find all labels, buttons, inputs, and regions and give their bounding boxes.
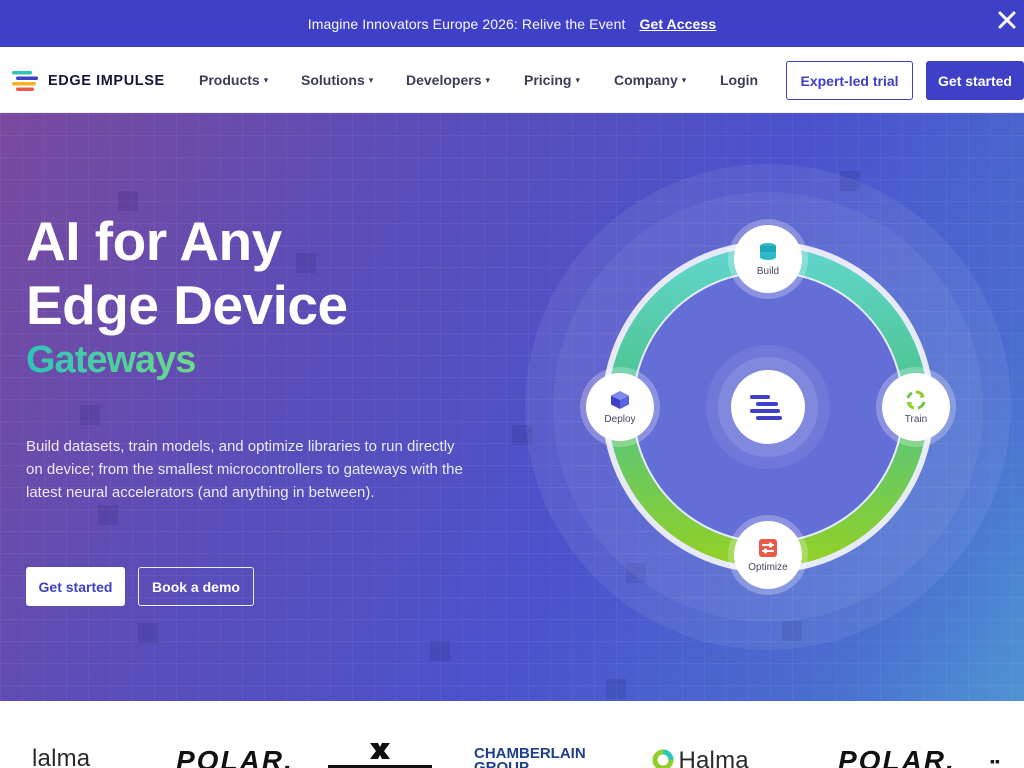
book-demo-button[interactable]: Book a demo xyxy=(138,567,254,606)
sliders-icon xyxy=(759,539,777,557)
nav-item-developers[interactable]: Developers ▾ xyxy=(406,72,490,88)
cycle-step-build[interactable]: Build xyxy=(734,225,802,293)
cycle-step-optimize[interactable]: Optimize xyxy=(734,521,802,589)
cycle-step-label: Build xyxy=(756,266,780,277)
edge-impulse-logo-icon xyxy=(12,71,38,91)
cycle-step-label: Deploy xyxy=(604,414,636,425)
brand-logo[interactable]: EDGE IMPULSE xyxy=(12,71,165,91)
chevron-down-icon: ▾ xyxy=(681,74,687,85)
nav-item-label: Solutions xyxy=(301,72,365,88)
expert-led-trial-button[interactable]: Expert-led trial xyxy=(786,61,913,100)
nav-item-label: Login xyxy=(720,72,759,88)
recycle-icon xyxy=(906,390,926,410)
nav-item-label: Products xyxy=(199,72,260,88)
cube-icon xyxy=(611,391,629,409)
hero-description: Build datasets, train models, and optimi… xyxy=(26,438,463,501)
decor-square xyxy=(626,563,646,583)
nav-item-login[interactable]: Login xyxy=(720,72,758,88)
nav-item-company[interactable]: Company ▾ xyxy=(614,72,686,88)
customer-logos-strip: lalma POLAR. CHAMBERLAIN GROUP Halma POL… xyxy=(0,701,1024,768)
decor-square xyxy=(430,641,450,661)
announcement-message: Imagine Innovators Europe 2026: Relive t… xyxy=(307,15,626,32)
get-started-hero-button[interactable]: Get started xyxy=(26,567,125,606)
halma-logo: Halma xyxy=(652,747,749,768)
halma-logo: lalma xyxy=(32,745,91,768)
decor-square xyxy=(98,505,118,525)
cycle-step-label: Optimize xyxy=(748,562,788,573)
hero-headline: AI for Any Edge Device xyxy=(26,209,348,337)
decor-square xyxy=(606,679,626,699)
main-nav: EDGE IMPULSE Products ▾ Solutions ▾ Deve… xyxy=(0,47,1024,113)
decor-square xyxy=(118,191,138,211)
brand-wordmark: EDGE IMPULSE xyxy=(48,73,165,89)
announcement-cta-link[interactable]: Get Access xyxy=(639,16,716,32)
database-icon xyxy=(760,243,776,260)
decor-square xyxy=(138,623,158,643)
partial-logo: ▪▪ xyxy=(990,753,1000,768)
hitachi-logo xyxy=(328,741,432,768)
nav-item-products[interactable]: Products ▾ xyxy=(199,72,268,88)
nav-item-label: Pricing xyxy=(524,72,572,88)
chevron-down-icon: ▾ xyxy=(485,74,491,85)
cycle-step-deploy[interactable]: Deploy xyxy=(586,373,654,441)
nav-item-pricing[interactable]: Pricing ▾ xyxy=(524,72,580,88)
announcement-bar: Imagine Innovators Europe 2026: Relive t… xyxy=(0,0,1024,47)
cycle-step-label: Train xyxy=(904,414,928,425)
get-started-nav-button[interactable]: Get started xyxy=(926,61,1024,100)
chamberlain-group-logo: CHAMBERLAIN GROUP xyxy=(474,745,586,768)
hero-section: AI for Any Edge Device Gateways Build da… xyxy=(0,113,1024,701)
headline-line-2: Edge Device xyxy=(26,274,348,336)
nav-item-label: Company xyxy=(614,72,678,88)
decor-square xyxy=(80,405,100,425)
hero-rotating-word: Gateways xyxy=(26,339,196,381)
chevron-down-icon: ▾ xyxy=(575,74,580,85)
close-icon[interactable] xyxy=(996,9,1018,31)
chevron-down-icon: ▾ xyxy=(368,74,374,85)
decor-square xyxy=(782,621,802,641)
cycle-step-train[interactable]: Train xyxy=(882,373,950,441)
polar-logo: POLAR. xyxy=(838,745,956,768)
headline-line-1: AI for Any xyxy=(26,210,282,272)
polar-logo: POLAR. xyxy=(176,745,294,768)
decor-square xyxy=(512,425,532,445)
nav-item-solutions[interactable]: Solutions ▾ xyxy=(301,72,373,88)
chevron-down-icon: ▾ xyxy=(263,74,269,85)
edge-impulse-logo-icon xyxy=(750,395,782,420)
nav-item-label: Developers xyxy=(406,72,482,88)
decor-square xyxy=(840,171,860,191)
background-grid xyxy=(0,113,1024,701)
hub-logo xyxy=(731,370,805,444)
